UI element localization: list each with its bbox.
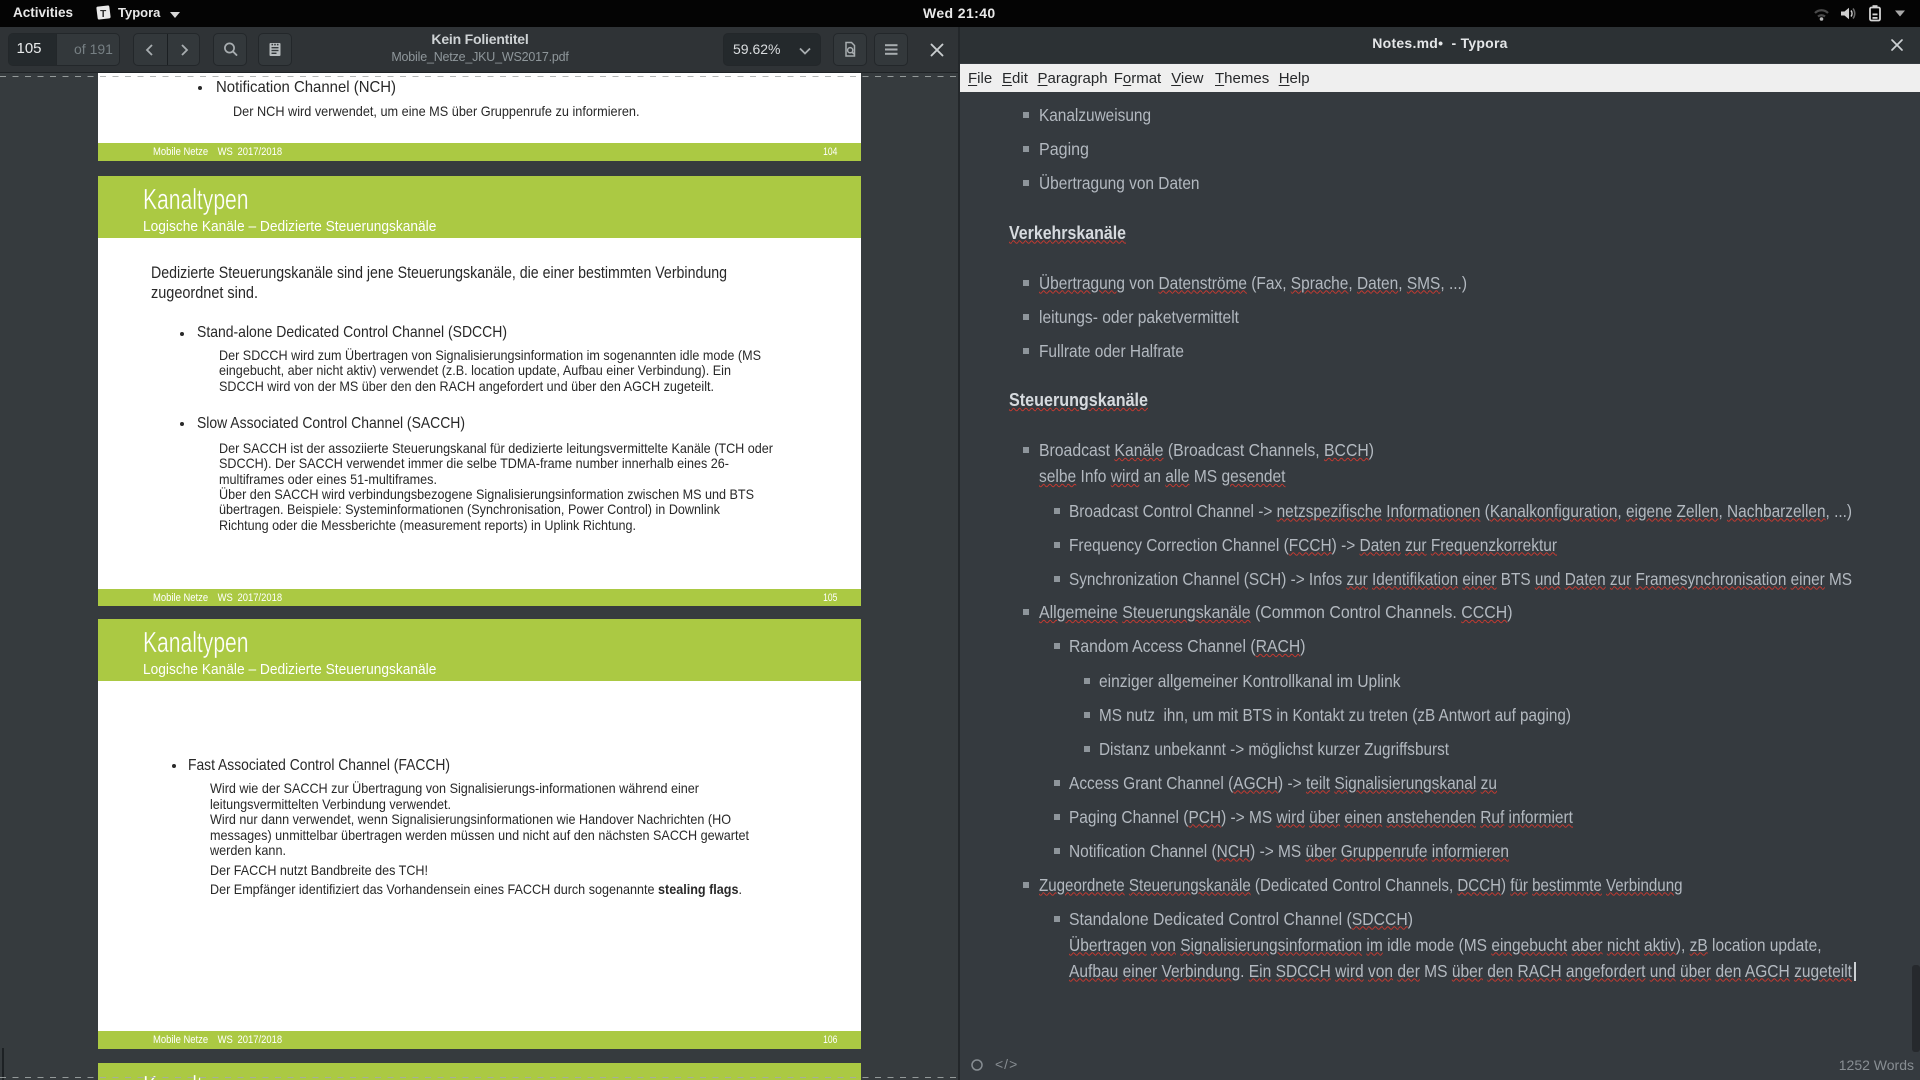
svg-text:T: T (100, 9, 106, 20)
